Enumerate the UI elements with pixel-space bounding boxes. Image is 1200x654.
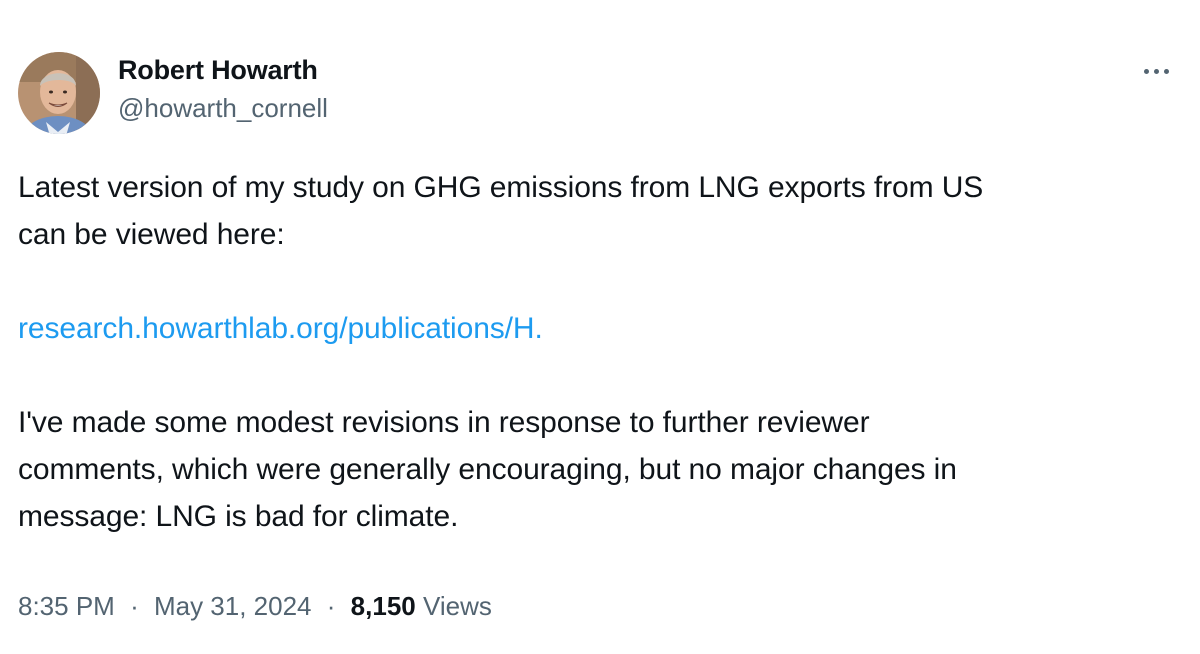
tweet-meta: 8:35 PM · May 31, 2024 · 8,150 Views — [18, 586, 492, 626]
author-display-name[interactable]: Robert Howarth — [118, 52, 328, 88]
tweet-card: Robert Howarth @howarth_cornell Latest v… — [0, 0, 1200, 654]
author-block: Robert Howarth @howarth_cornell — [118, 52, 328, 125]
profile-photo-icon — [18, 52, 100, 134]
more-horizontal-icon — [1141, 68, 1171, 74]
tweet-paragraph: I've made some modest revisions in respo… — [18, 406, 957, 533]
meta-separator: · — [326, 591, 336, 621]
tweet-date: May 31, 2024 — [153, 591, 312, 621]
views-label: Views — [422, 591, 492, 621]
tweet-link[interactable]: research.howarthlab.org/publications/H. — [18, 305, 543, 352]
more-options-button[interactable] — [1134, 56, 1178, 86]
views-count: 8,150 — [350, 591, 416, 621]
tweet-text: Latest version of my study on GHG emissi… — [18, 164, 1178, 540]
tweet-timestamp-link[interactable]: 8:35 PM · May 31, 2024 — [18, 591, 319, 621]
tweet-time: 8:35 PM — [18, 591, 115, 621]
meta-separator: · — [130, 591, 139, 621]
views-link[interactable]: 8,150 Views — [351, 591, 492, 621]
tweet-paragraph: Latest version of my study on GHG emissi… — [18, 171, 984, 251]
avatar[interactable] — [18, 52, 100, 134]
author-handle[interactable]: @howarth_cornell — [118, 91, 328, 125]
